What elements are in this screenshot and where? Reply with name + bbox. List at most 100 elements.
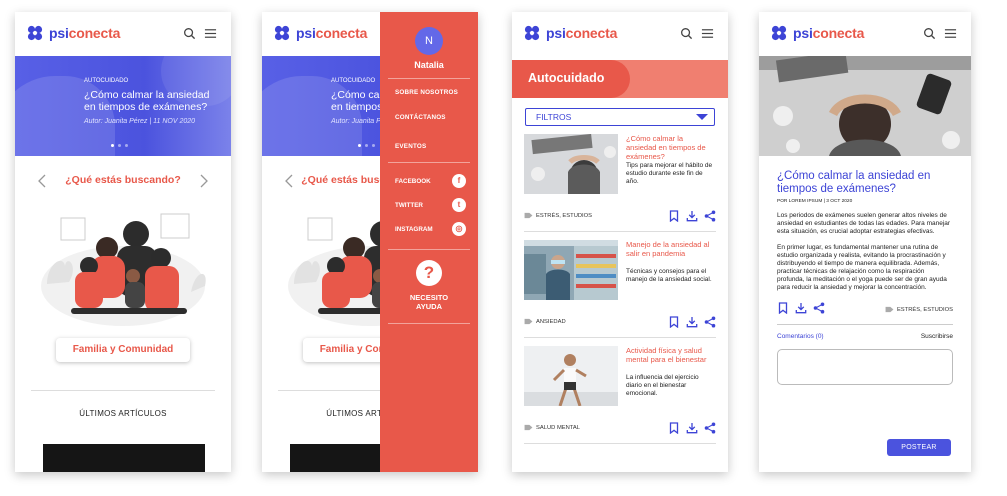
logo[interactable]: psiconecta [27,25,120,41]
logo-icon [27,25,43,41]
logo[interactable]: psiconecta [524,25,617,41]
chevron-right-icon[interactable] [199,174,209,188]
article-title[interactable]: Actividad física y salud mental para el … [626,346,714,364]
menu-icon[interactable] [701,27,714,40]
article-paragraph: En primer lugar, es fundamental mantener… [777,244,947,291]
logo-icon [274,25,290,41]
article-screen: psiconecta ¿Cómo calmar la ansiedad en t… [759,12,971,472]
hero-carousel[interactable]: AUTOCUIDADO ¿Cómo calmar la ansiedad en … [15,56,231,156]
social-facebook[interactable]: FACEBOOK f [380,169,478,193]
carousel-dot[interactable] [365,144,368,147]
chevron-down-icon [696,114,708,120]
article-title[interactable]: Manejo de la ansiedad al salir en pandem… [626,240,714,258]
carousel-dot[interactable] [125,144,128,147]
logo[interactable]: psiconecta [771,25,864,41]
logo-prefix: psi [546,25,566,41]
header: psiconecta [759,12,971,56]
filters-label: FILTROS [536,112,572,122]
download-icon[interactable] [686,210,698,222]
facebook-icon[interactable]: f [452,174,466,188]
article-image[interactable] [524,346,618,406]
article-tags: ANSIEDAD [524,318,566,325]
logo-suffix: conecta [812,25,865,41]
tag-icon [885,306,894,313]
bookmark-icon[interactable] [668,316,680,328]
bookmark-icon[interactable] [668,210,680,222]
question-icon: ? [416,260,442,286]
carousel-dot[interactable] [358,144,361,147]
hero-title: ¿Cómo calmar la ansiedad en tiempos de e… [84,89,210,113]
logo-prefix: psi [793,25,813,41]
article-tags: ESTRÉS, ESTUDIOS [524,212,592,219]
comment-input[interactable] [777,349,953,385]
section-title: Autocuidado [528,71,605,85]
tag-icon [524,424,533,431]
logo-icon [524,25,540,41]
article-description: Técnicas y consejos para el manejo de la… [626,268,712,283]
logo-suffix: conecta [565,25,618,41]
menu-icon[interactable] [204,27,217,40]
list-screen: psiconecta Autocuidado FILTROS ¿Cómo cal… [512,12,728,472]
search-prompt-row: ¿Qué estás buscando? [15,164,231,204]
help-label: NECESITO AYUDA [409,293,449,311]
article-tags: SALUD MENTAL [524,424,580,431]
search-icon[interactable] [680,27,693,40]
search-icon[interactable] [183,27,196,40]
logo-icon [771,25,787,41]
social-twitter[interactable]: TWITTER t [380,193,478,217]
latest-articles-title: ÚLTIMOS ARTÍCULOS [79,409,167,418]
social-instagram[interactable]: INSTAGRAM ◎ [380,217,478,241]
avatar[interactable]: N [415,27,443,55]
logo-prefix: psi [296,25,316,41]
carousel-dot[interactable] [118,144,121,147]
twitter-icon[interactable]: t [452,198,466,212]
hero-category: AUTOCUIDADO [84,78,129,84]
menu-item-eventos[interactable]: EVENTOS [380,143,478,150]
article-card[interactable]: ¿Cómo calmar la ansiedad en tiempos de e… [524,126,716,232]
logo[interactable]: psiconecta [274,25,367,41]
user-name: Natalia [414,60,444,70]
article-card[interactable]: Actividad física y salud mental para el … [524,338,716,444]
carousel-dots[interactable] [111,144,128,147]
download-icon[interactable] [686,422,698,434]
share-icon[interactable] [704,210,716,222]
search-icon[interactable] [923,27,936,40]
article-image[interactable] [524,240,618,300]
subscribe-link[interactable]: Suscribirse [921,333,953,340]
side-menu: N Natalia SOBRE NOSOTROS CONTÁCTANOS EVE… [380,12,478,472]
article-actions: ESTRÉS, ESTUDIOS [777,302,953,318]
share-icon[interactable] [704,422,716,434]
article-description: La influencia del ejercicio diario en el… [626,374,699,397]
logo-prefix: psi [49,25,69,41]
bookmark-icon[interactable] [777,302,789,314]
article-image[interactable] [524,134,618,194]
logo-suffix: conecta [315,25,368,41]
menu-item-sobre-nosotros[interactable]: SOBRE NOSOTROS [380,89,478,96]
instagram-icon[interactable]: ◎ [452,222,466,236]
article-byline: POR LOREM IPSUM | 3 OCT 2020 [777,199,853,204]
menu-icon[interactable] [944,27,957,40]
article-paragraph: Los periodos de exámenes suelen generar … [777,212,951,235]
header: psiconecta [512,12,728,56]
menu-item-contactanos[interactable]: CONTÁCTANOS [380,114,478,121]
help-button[interactable]: ? NECESITO AYUDA [380,260,478,311]
tag-icon [524,212,533,219]
download-icon[interactable] [686,316,698,328]
download-icon[interactable] [795,302,807,314]
category-button[interactable]: Familia y Comunidad [56,338,190,362]
article-description: Tips para mejorar el hábito de estudio d… [626,162,713,185]
post-button[interactable]: POSTEAR [887,439,951,456]
share-icon[interactable] [813,302,825,314]
header: psiconecta [15,12,231,56]
filters-dropdown[interactable]: FILTROS [525,108,715,126]
comments-link[interactable]: Comentarios (0) [777,333,824,340]
article-title[interactable]: ¿Cómo calmar la ansiedad en tiempos de e… [626,134,714,161]
carousel-dot[interactable] [372,144,375,147]
carousel-dot[interactable] [111,144,114,147]
article-card[interactable]: Manejo de la ansiedad al salir en pandem… [524,232,716,338]
bookmark-icon[interactable] [668,422,680,434]
carousel-dots[interactable] [358,144,375,147]
share-icon[interactable] [704,316,716,328]
article-thumbnail[interactable] [43,444,205,472]
hero-category: AUTOCUIDADO [331,78,376,84]
